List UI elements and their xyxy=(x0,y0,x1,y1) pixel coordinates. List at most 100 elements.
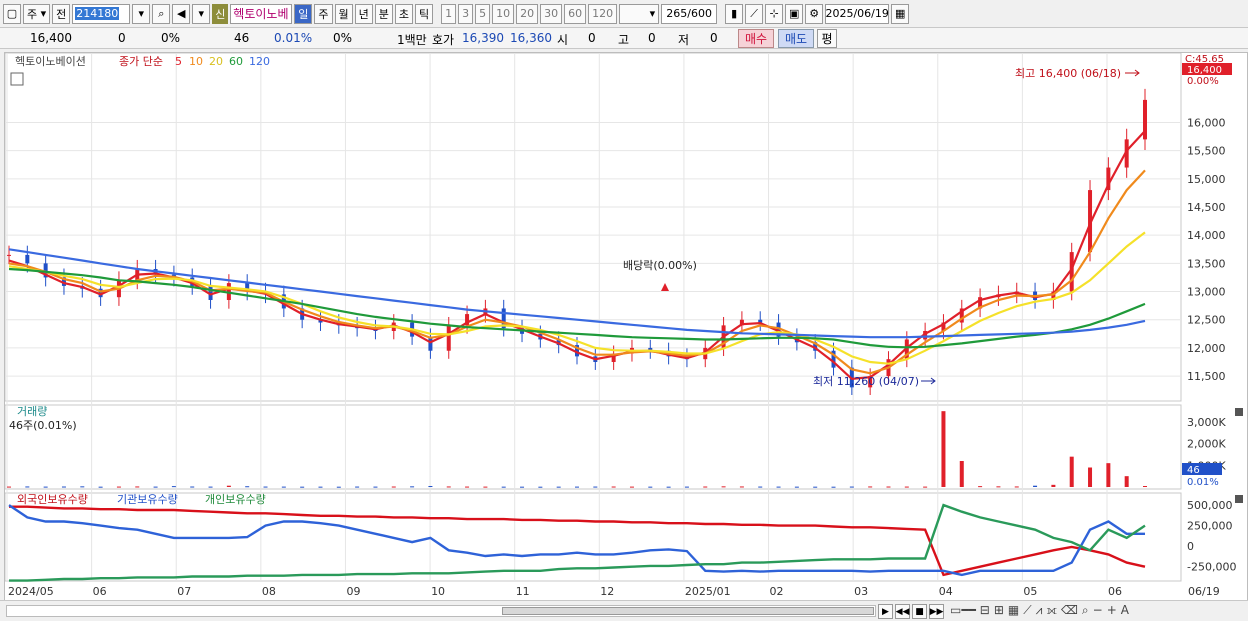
buy-button[interactable]: 매수 xyxy=(738,29,774,48)
grid-layout-icon[interactable]: ▦ xyxy=(1008,603,1019,618)
volume-bar xyxy=(629,486,634,488)
line-chart-icon[interactable]: ⟋ xyxy=(745,3,764,24)
volume-bar xyxy=(263,486,268,488)
count-total: /600 xyxy=(687,7,712,20)
volume-bar xyxy=(1069,456,1074,487)
interval-3[interactable]: 3 xyxy=(458,3,474,24)
volume-bar xyxy=(721,486,726,488)
text-tool-icon[interactable]: A xyxy=(1121,603,1129,618)
market-select[interactable]: 주 ▾ xyxy=(23,3,51,24)
volume-bar xyxy=(959,461,964,487)
x-tick-label: 06 xyxy=(1108,585,1122,598)
x-tick-label: 08 xyxy=(262,585,276,598)
period-tick[interactable]: 틱 xyxy=(415,3,434,24)
volume-bar xyxy=(190,486,195,488)
even-button[interactable]: 평 xyxy=(817,29,837,48)
count-field[interactable]: 265/600 xyxy=(661,3,718,24)
volume-close-icon[interactable] xyxy=(1235,408,1243,416)
search-icon[interactable]: ⌕ xyxy=(152,3,171,24)
interval-120[interactable]: 120 xyxy=(588,3,618,24)
crosshair-icon[interactable]: ⊹ xyxy=(765,3,784,24)
dividend-annotation: 배당락(0.00%) xyxy=(623,259,697,272)
trend-tool-icon[interactable]: ⟋ xyxy=(1023,603,1031,618)
measure-icon[interactable]: ⟗ xyxy=(1046,603,1057,618)
volume-value-label: 46주(0.01%) xyxy=(9,419,77,432)
price-y-tick: 11,500 xyxy=(1187,370,1226,383)
volume-bar xyxy=(831,486,836,488)
volume-bar xyxy=(648,486,653,488)
volume-bar xyxy=(794,486,799,488)
interval-1[interactable]: 1 xyxy=(441,3,457,24)
fast-forward-icon[interactable]: ▶▶ xyxy=(929,604,944,619)
speaker-icon[interactable]: ◀ xyxy=(172,3,191,24)
price-y-tick: 14,500 xyxy=(1187,201,1226,214)
zoom-slider-icon[interactable]: ▭━━ xyxy=(950,603,976,618)
ma120-legend: 120 xyxy=(249,55,270,68)
volume-bar xyxy=(776,486,781,488)
layout-icon[interactable]: ⊟ xyxy=(980,603,990,618)
volume-bar xyxy=(758,486,763,488)
period-year[interactable]: 년 xyxy=(354,3,373,24)
eraser-icon[interactable]: ⌫ xyxy=(1061,603,1078,618)
volume-bar xyxy=(483,486,488,488)
calendar-icon[interactable]: ▦ xyxy=(891,3,910,24)
volume-bar xyxy=(171,486,176,488)
ma5-legend: 5 xyxy=(175,55,182,68)
prev-button[interactable]: 전 xyxy=(52,3,71,24)
fibo-tool-icon[interactable]: ⩘ xyxy=(1036,603,1043,618)
holdings-y-tick: 250,000 xyxy=(1187,520,1233,533)
sell-button[interactable]: 매도 xyxy=(778,29,814,48)
chart-area[interactable]: 16,000 15,500 15,000 14,500 14,000 13,500 13,0… xyxy=(4,52,1248,602)
scroll-thumb[interactable] xyxy=(502,607,874,615)
interval-20[interactable]: 20 xyxy=(516,3,539,24)
low-value: 0 xyxy=(710,31,718,45)
x-tick-label: 12 xyxy=(600,585,614,598)
interval-60[interactable]: 60 xyxy=(564,3,587,24)
candle-icon[interactable]: ▮ xyxy=(725,3,744,24)
stock-chart[interactable]: 16,000 15,500 15,000 14,500 14,000 13,500 13,0… xyxy=(4,52,1247,601)
volume-bar xyxy=(80,486,85,488)
volume-bar xyxy=(116,486,121,488)
bid-price: 16,360 xyxy=(510,31,552,45)
gear-icon[interactable]: ⚙ xyxy=(805,3,824,24)
period-minute[interactable]: 분 xyxy=(374,3,393,24)
volume-bar xyxy=(1143,486,1147,488)
candle-body xyxy=(25,254,30,264)
volume-bar xyxy=(556,486,561,488)
scroll-right-icon[interactable]: ▶ xyxy=(878,604,893,619)
interval-10[interactable]: 10 xyxy=(492,3,515,24)
candle-body xyxy=(446,325,451,351)
code-dropdown-icon[interactable]: ▾ xyxy=(132,3,151,24)
zoom-out-icon[interactable]: − xyxy=(1093,603,1103,618)
magnify-icon[interactable]: ⌕ xyxy=(1082,603,1089,618)
save-icon[interactable]: ▣ xyxy=(785,3,804,24)
period-month[interactable]: 월 xyxy=(334,3,353,24)
price-y-tick: 15,500 xyxy=(1187,145,1226,158)
window-menu-icon[interactable]: ▢ xyxy=(3,3,21,24)
period-week[interactable]: 주 xyxy=(314,3,333,24)
split-icon[interactable]: ⊞ xyxy=(994,603,1004,618)
stock-code-input[interactable]: 214180 xyxy=(72,3,131,24)
holdings-y-tick: -250,000 xyxy=(1187,561,1236,574)
interval-custom-input[interactable]: ▾ xyxy=(619,3,660,24)
high-annotation: 최고 16,400 (06/18) xyxy=(1015,67,1121,80)
price-change: 0 xyxy=(118,31,126,45)
period-second[interactable]: 초 xyxy=(394,3,414,24)
zoom-in-icon[interactable]: + xyxy=(1107,603,1117,618)
volume-bar xyxy=(1124,476,1129,487)
interval-5[interactable]: 5 xyxy=(475,3,491,24)
x-tick-label: 10 xyxy=(431,585,445,598)
speaker-dropdown-icon[interactable]: ▾ xyxy=(192,3,211,24)
high-label: 고 xyxy=(618,33,630,47)
scroll-track[interactable] xyxy=(6,605,876,617)
period-day[interactable]: 일 xyxy=(294,3,313,24)
stop-icon[interactable]: ■ xyxy=(912,604,927,619)
interval-30[interactable]: 30 xyxy=(540,3,563,24)
stock-name-field[interactable]: 헥토이노베 xyxy=(230,3,293,24)
volume-bar xyxy=(868,486,873,488)
table-toggle-icon[interactable] xyxy=(10,72,24,86)
holdings-close-icon[interactable] xyxy=(1235,495,1243,503)
date-field[interactable]: 2025/06/19 xyxy=(825,3,890,24)
rewind-icon[interactable]: ◀◀ xyxy=(895,604,910,619)
low-label: 저 xyxy=(678,33,690,47)
